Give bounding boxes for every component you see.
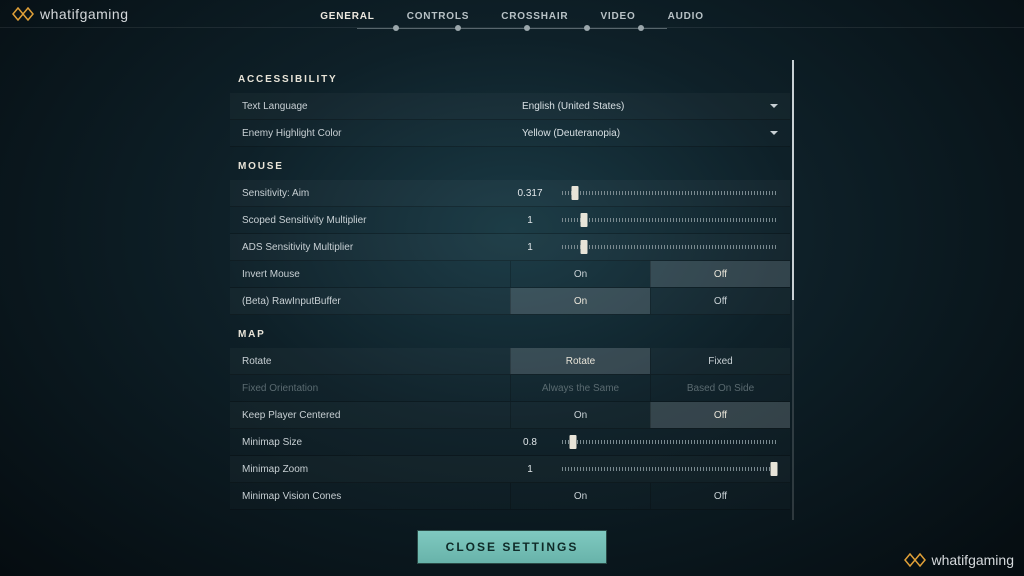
toggle-cones-off[interactable]: Off (650, 483, 790, 509)
slider-thumb[interactable] (770, 462, 777, 476)
label-scoped-sens: Scoped Sensitivity Multiplier (230, 215, 510, 226)
row-ads-sens: ADS Sensitivity Multiplier 1 (230, 234, 790, 261)
dropdown-text-language[interactable]: English (United States) (510, 93, 790, 119)
label-rotate: Rotate (230, 356, 510, 367)
row-rotate: Rotate Rotate Fixed (230, 348, 790, 375)
value-ads-sens: 1 (510, 242, 550, 253)
row-fixed-orientation: Fixed Orientation Always the Same Based … (230, 375, 790, 402)
brand-logo: whatifgaming (12, 6, 129, 22)
slider-thumb[interactable] (571, 186, 578, 200)
label-invert-mouse: Invert Mouse (230, 269, 510, 280)
brand-text: whatifgaming (40, 6, 129, 22)
toggle-centered-on[interactable]: On (510, 402, 650, 428)
tab-controls[interactable]: CONTROLS (391, 11, 486, 28)
scrollbar-thumb[interactable] (792, 60, 794, 300)
section-map-title: MAP (230, 315, 790, 348)
tab-general[interactable]: GENERAL (304, 11, 391, 28)
slider-ads-sens[interactable] (562, 245, 778, 249)
label-enemy-highlight: Enemy Highlight Color (230, 128, 510, 139)
row-keep-centered: Keep Player Centered On Off (230, 402, 790, 429)
toggle-fixedori-side: Based On Side (650, 375, 790, 401)
label-sensitivity-aim: Sensitivity: Aim (230, 188, 510, 199)
slider-thumb[interactable] (580, 240, 587, 254)
section-mouse-title: MOUSE (230, 147, 790, 180)
toggle-centered-off[interactable]: Off (650, 402, 790, 428)
toggle-fixedori-same: Always the Same (510, 375, 650, 401)
label-keep-centered: Keep Player Centered (230, 410, 510, 421)
value-sensitivity-aim: 0.317 (510, 188, 550, 199)
label-minimap-zoom: Minimap Zoom (230, 464, 510, 475)
tab-rail (357, 28, 667, 29)
dropdown-enemy-highlight[interactable]: Yellow (Deuteranopia) (510, 120, 790, 146)
label-ads-sens: ADS Sensitivity Multiplier (230, 242, 510, 253)
toggle-rawinput-on[interactable]: On (510, 288, 650, 314)
toggle-invert-mouse-on[interactable]: On (510, 261, 650, 287)
tab-audio[interactable]: AUDIO (652, 11, 720, 28)
value-minimap-size: 0.8 (510, 437, 550, 448)
label-minimap-size: Minimap Size (230, 437, 510, 448)
row-minimap-zoom: Minimap Zoom 1 (230, 456, 790, 483)
label-fixed-orientation: Fixed Orientation (230, 383, 510, 394)
slider-minimap-zoom[interactable] (562, 467, 778, 471)
row-vision-cones: Minimap Vision Cones On Off (230, 483, 790, 510)
slider-minimap-size[interactable] (562, 440, 778, 444)
section-accessibility-title: ACCESSIBILITY (230, 60, 790, 93)
close-settings-button[interactable]: CLOSE SETTINGS (417, 530, 607, 564)
scrollbar[interactable] (792, 60, 794, 520)
label-vision-cones: Minimap Vision Cones (230, 491, 510, 502)
row-sensitivity-aim: Sensitivity: Aim 0.317 (230, 180, 790, 207)
toggle-rawinput-off[interactable]: Off (650, 288, 790, 314)
slider-sensitivity-aim[interactable] (562, 191, 778, 195)
value-minimap-zoom: 1 (510, 464, 550, 475)
toggle-rotate-fixed[interactable]: Fixed (650, 348, 790, 374)
slider-thumb[interactable] (580, 213, 587, 227)
row-invert-mouse: Invert Mouse On Off (230, 261, 790, 288)
settings-tabs: GENERAL CONTROLS CROSSHAIR VIDEO AUDIO (304, 0, 720, 28)
toggle-rotate-rotate[interactable]: Rotate (510, 348, 650, 374)
toggle-cones-on[interactable]: On (510, 483, 650, 509)
row-rawinputbuffer: (Beta) RawInputBuffer On Off (230, 288, 790, 315)
label-text-language: Text Language (230, 101, 510, 112)
brand-icon (904, 553, 926, 567)
label-rawinputbuffer: (Beta) RawInputBuffer (230, 296, 510, 307)
brand-icon (12, 7, 34, 21)
row-text-language: Text Language English (United States) (230, 93, 790, 120)
watermark-bottom-right: whatifgaming (904, 552, 1015, 568)
value-scoped-sens: 1 (510, 215, 550, 226)
slider-scoped-sens[interactable] (562, 218, 778, 222)
row-minimap-size: Minimap Size 0.8 (230, 429, 790, 456)
settings-panel: ACCESSIBILITY Text Language English (Uni… (230, 60, 790, 520)
tab-crosshair[interactable]: CROSSHAIR (485, 11, 584, 28)
row-enemy-highlight: Enemy Highlight Color Yellow (Deuteranop… (230, 120, 790, 147)
slider-thumb[interactable] (569, 435, 576, 449)
toggle-invert-mouse-off[interactable]: Off (650, 261, 790, 287)
row-scoped-sens: Scoped Sensitivity Multiplier 1 (230, 207, 790, 234)
